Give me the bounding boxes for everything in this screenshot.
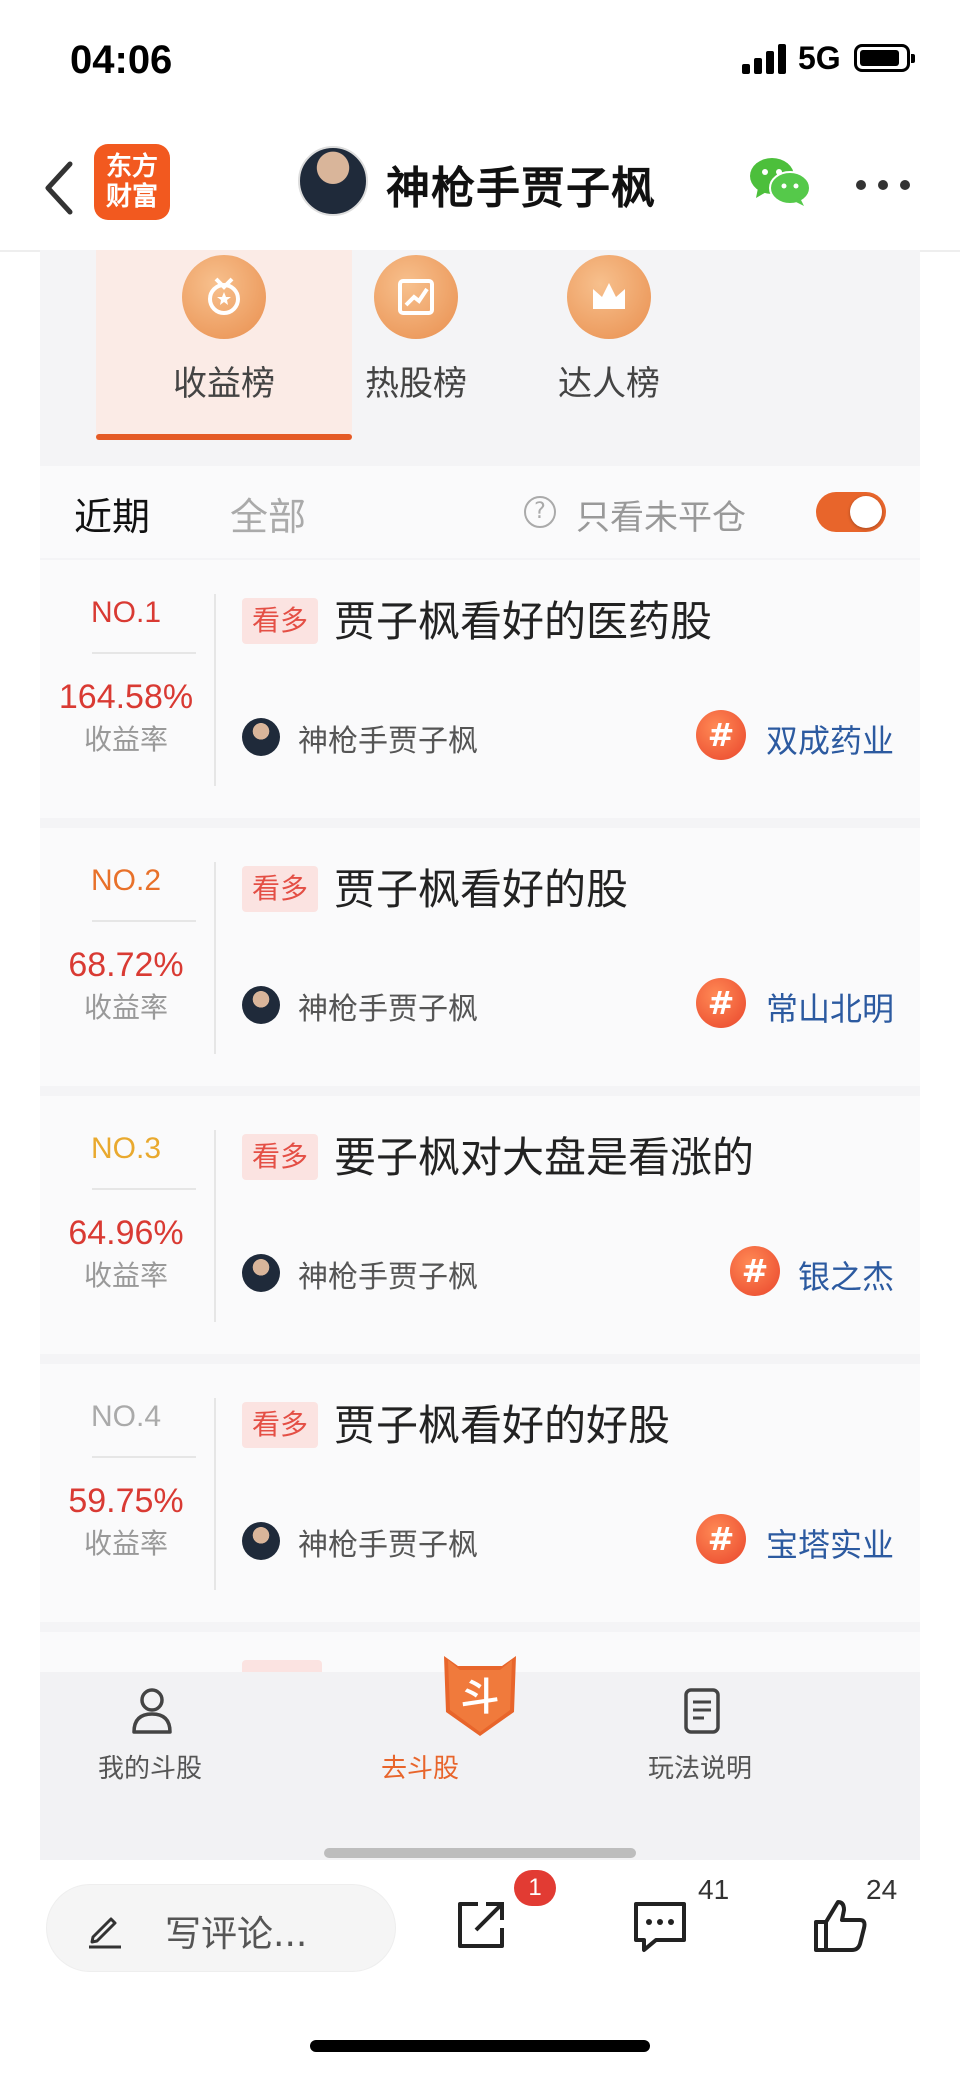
more-button[interactable] — [856, 174, 916, 194]
share-icon[interactable] — [452, 1896, 510, 1954]
comment-placeholder: 写评论... — [165, 1914, 308, 1955]
ranking-tabs: 收益榜 热股榜 达人榜 — [40, 250, 920, 440]
signal-icon — [742, 42, 788, 74]
tab-expert[interactable]: 达人榜 — [481, 250, 737, 440]
divider — [92, 1456, 196, 1458]
hashtag-icon: # — [730, 1246, 780, 1296]
rank-number: NO.2 — [90, 864, 162, 897]
divider — [214, 594, 216, 786]
home-indicator — [310, 2040, 650, 2052]
profit-rate-label: 收益率 — [83, 991, 168, 1024]
logo-line1: 东方 — [105, 152, 158, 182]
ranking-card[interactable]: NO.2 68.72% 收益率 看多 贾子枫看好的股 神枪手贾子枫 # 常山北明 — [40, 828, 920, 1086]
bullish-tag: 看多 — [242, 866, 319, 912]
user-name[interactable]: 神枪手贾子枫 — [298, 984, 478, 1028]
user-name[interactable]: 神枪手贾子枫 — [298, 716, 478, 760]
stock-link[interactable]: 双成药业 — [766, 716, 894, 762]
logo-line2: 财富 — [105, 182, 158, 212]
filter-recent[interactable]: 近期 — [74, 486, 150, 541]
trend-chart-icon — [374, 255, 458, 339]
like-count: 24 — [866, 1874, 898, 1905]
divider — [92, 652, 196, 654]
filter-all[interactable]: 全部 — [230, 486, 306, 541]
bullish-tag: 看多 — [242, 1402, 319, 1448]
comment-input[interactable]: 写评论... — [46, 1884, 396, 1972]
thumbs-up-icon[interactable] — [810, 1896, 870, 1956]
app-logo[interactable]: 东方 财富 — [94, 144, 170, 220]
profit-rate: 64.96% — [68, 1214, 184, 1252]
stock-link[interactable]: 常山北明 — [766, 984, 894, 1030]
user-avatar[interactable] — [242, 1522, 280, 1560]
help-icon[interactable]: ? — [524, 496, 556, 528]
pencil-icon — [89, 1917, 121, 1949]
ranking-panel: 收益榜 热股榜 达人榜 近期 全部 ? 只看未平仓 NO.1 164.58% 收… — [40, 250, 920, 1860]
battle-glyph: 斗 — [461, 1675, 499, 1719]
user-avatar[interactable] — [242, 718, 280, 756]
rank-number: NO.1 — [90, 596, 162, 629]
medal-icon — [182, 255, 266, 339]
rank-number: NO.4 — [90, 1400, 162, 1433]
card-title[interactable]: 要子枫对大盘是看涨的 — [334, 1124, 754, 1185]
profit-rate: 68.72% — [68, 946, 184, 984]
divider — [214, 1398, 216, 1590]
hashtag-icon: # — [696, 710, 746, 760]
divider — [214, 862, 216, 1054]
profit-rate: 164.58% — [58, 678, 194, 716]
page-title: 神枪手贾子枫 — [386, 163, 656, 214]
nav-bar: 东方 财富 神枪手贾子枫 — [0, 130, 960, 252]
stock-link[interactable]: 银之杰 — [798, 1252, 894, 1298]
comment-toolbar: 写评论... 1 41 24 — [0, 1860, 960, 2079]
status-bar: 04:06 5G — [0, 0, 960, 120]
bullish-tag: 看多 — [242, 598, 319, 644]
battery-icon — [854, 44, 915, 72]
crown-icon — [567, 255, 651, 339]
share-badge: 1 — [514, 1870, 556, 1906]
card-title[interactable]: 贾子枫看好的医药股 — [334, 588, 712, 649]
status-time: 04:06 — [70, 38, 173, 82]
bottom-nav: 我的斗股 去斗股 斗 玩法说明 — [40, 1656, 920, 1860]
ranking-card[interactable]: NO.1 164.58% 收益率 看多 贾子枫看好的医药股 神枪手贾子枫 # 双… — [40, 560, 920, 818]
wechat-icon — [750, 158, 811, 206]
divider — [92, 1188, 196, 1190]
profit-rate-label: 收益率 — [83, 723, 168, 756]
wechat-share-button[interactable] — [748, 154, 812, 210]
chevron-left-icon — [45, 161, 73, 215]
stock-link[interactable]: 宝塔实业 — [766, 1520, 894, 1566]
rank-number: NO.3 — [90, 1132, 162, 1165]
comment-icon[interactable] — [630, 1896, 690, 1956]
user-name[interactable]: 神枪手贾子枫 — [298, 1252, 478, 1296]
user-avatar[interactable] — [242, 986, 280, 1024]
nav-rules-label: 玩法说明 — [647, 1754, 752, 1784]
card-title[interactable]: 贾子枫看好的好股 — [334, 1392, 670, 1453]
nav-my-stocks-label: 我的斗股 — [97, 1754, 202, 1784]
sheet-handle[interactable] — [324, 1848, 636, 1858]
profit-rate: 59.75% — [68, 1482, 184, 1520]
document-icon — [684, 1688, 720, 1734]
hashtag-icon: # — [696, 1514, 746, 1564]
user-icon — [132, 1688, 172, 1734]
card-title[interactable]: 贾子枫看好的股 — [334, 856, 628, 917]
avatar[interactable] — [298, 146, 368, 216]
profit-rate-label: 收益率 — [83, 1259, 168, 1292]
nav-go-battle-label: 去斗股 — [380, 1754, 459, 1784]
profit-rate-label: 收益率 — [83, 1527, 168, 1560]
ranking-card[interactable]: NO.4 59.75% 收益率 看多 贾子枫看好的好股 神枪手贾子枫 # 宝塔实… — [40, 1364, 920, 1622]
bullish-tag: 看多 — [242, 1134, 319, 1180]
ranking-card[interactable]: NO.3 64.96% 收益率 看多 要子枫对大盘是看涨的 神枪手贾子枫 # 银… — [40, 1096, 920, 1354]
filter-bar: 近期 全部 ? 只看未平仓 — [40, 466, 920, 558]
divider — [92, 920, 196, 922]
network-label: 5G — [798, 40, 841, 76]
only-open-label: 只看未平仓 — [576, 498, 746, 538]
divider — [214, 1130, 216, 1322]
tab-expert-label: 达人榜 — [558, 364, 660, 404]
comment-count: 41 — [698, 1874, 730, 1905]
back-button[interactable] — [38, 158, 88, 218]
user-avatar[interactable] — [242, 1254, 280, 1292]
user-name[interactable]: 神枪手贾子枫 — [298, 1520, 478, 1564]
battle-icon[interactable]: 斗 — [438, 1646, 522, 1742]
only-open-toggle[interactable] — [816, 492, 886, 532]
hashtag-icon: # — [696, 978, 746, 1028]
